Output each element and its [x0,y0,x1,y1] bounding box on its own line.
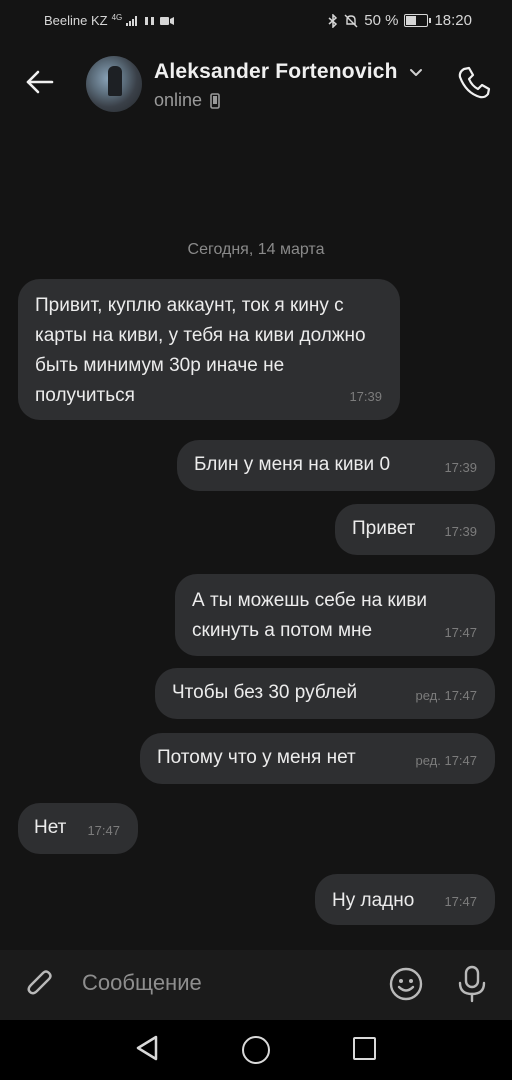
date-separator: Сегодня, 14 марта [187,241,325,258]
message-bubble-outgoing[interactable]: Чтобы без 30 рублей ред. 17:47 [155,668,495,719]
message-time: ред. 17:47 [415,753,477,768]
message-bubble-outgoing[interactable]: Блин у меня на киви 0 17:39 [177,440,495,491]
presence-text: online [154,90,203,110]
message-text: Привит, куплю аккаунт, ток я кину с карт… [35,295,366,406]
message-text: Нет [34,817,67,838]
signal-icon [126,15,138,26]
battery-percent: 50 % [364,12,399,29]
avatar[interactable] [86,56,142,112]
message-text: Чтобы без 30 рублей [172,682,358,703]
message-time: 17:39 [349,389,382,404]
clock: 18:20 [434,12,472,29]
message-bubble-outgoing[interactable]: Привет 17:39 [335,504,495,555]
back-arrow-icon[interactable] [22,64,58,100]
bluetooth-icon [328,13,338,28]
carrier-name: Beeline KZ [44,13,108,28]
presence-status: online [154,90,220,111]
message-time: 17:39 [444,524,477,539]
message-text: Потому что у меня нет [157,747,356,768]
status-bar: Beeline KZ 4G 50 % 18:20 [0,0,512,42]
system-navbar [0,1020,512,1080]
message-text: А ты можешь себе на киви скинуть а потом… [192,590,428,641]
pause-icon [145,16,155,25]
video-icon [160,16,175,25]
message-composer: Сообщение [0,950,512,1020]
message-time: 17:39 [444,460,477,475]
chevron-down-icon[interactable] [408,64,424,80]
message-text: Привет [352,518,416,539]
status-left: Beeline KZ 4G [44,13,175,28]
emoji-icon[interactable] [388,966,424,1002]
network-type: 4G [111,13,123,22]
phone-icon[interactable] [454,62,494,102]
nav-home-icon[interactable] [242,1036,270,1064]
battery-icon [404,14,432,27]
message-bubble-outgoing[interactable]: Ну ладно 17:47 [315,874,495,925]
message-input[interactable]: Сообщение [82,970,202,996]
status-right: 50 % 18:20 [328,12,472,29]
message-bubble-incoming[interactable]: Привит, куплю аккаунт, ток я кину с карт… [18,279,400,420]
nav-recents-icon[interactable] [353,1037,376,1060]
message-bubble-outgoing[interactable]: А ты можешь себе на киви скинуть а потом… [175,574,495,656]
message-bubble-outgoing[interactable]: Потому что у меня нет ред. 17:47 [140,733,495,784]
mobile-device-icon [210,92,220,109]
mute-bell-icon [344,14,358,27]
message-time: 17:47 [444,894,477,909]
chat-header: Aleksander Fortenovich online [0,42,512,132]
message-time: 17:47 [87,823,120,838]
microphone-icon[interactable] [454,964,490,1004]
message-bubble-incoming[interactable]: Нет 17:47 [18,803,138,854]
message-time: 17:47 [444,625,477,640]
attach-icon[interactable] [22,966,58,1002]
nav-back-icon[interactable] [134,1034,160,1062]
message-time: ред. 17:47 [415,688,477,703]
message-text: Ну ладно [332,890,415,911]
message-text: Блин у меня на киви 0 [194,454,391,475]
contact-name[interactable]: Aleksander Fortenovich [154,60,398,84]
